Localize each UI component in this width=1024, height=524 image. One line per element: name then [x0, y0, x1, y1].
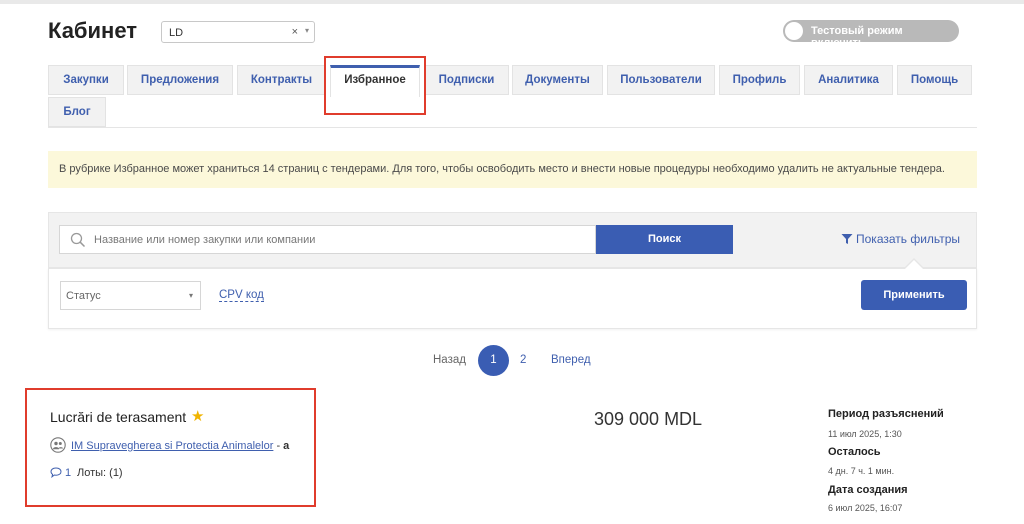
test-mode-toggle[interactable]: Тестовый режим включить: [783, 20, 959, 49]
tab-contracts[interactable]: Контракты: [237, 65, 326, 95]
organization-separator: -: [273, 440, 284, 452]
tab-users[interactable]: Пользователи: [607, 65, 715, 95]
time-left-label: Осталось: [828, 446, 881, 458]
speech-bubble-icon: [50, 467, 65, 479]
pagination-page-current[interactable]: 1: [478, 345, 509, 376]
clarification-period-label: Период разъяснений: [828, 408, 944, 420]
favorites-tab-highlight: [324, 56, 426, 115]
pagination-page-2[interactable]: 2: [520, 354, 526, 366]
tender-price: 309 000 MDL: [594, 409, 703, 429]
funnel-icon: [841, 232, 856, 246]
search-button[interactable]: Поиск: [596, 225, 733, 254]
tender-title[interactable]: Lucrări de terasament: [50, 409, 186, 425]
test-mode-label: Тестовый режим включить: [811, 25, 903, 49]
status-select-value: Статус: [66, 290, 101, 302]
time-left-value: 4 дн. 7 ч. 1 мин.: [828, 466, 895, 476]
show-filters-link[interactable]: Показать фильтры: [841, 232, 960, 246]
comments-link[interactable]: 1: [50, 467, 71, 479]
clarification-period-value: 11 июл 2025, 1:30: [828, 429, 902, 439]
tender-lots: Лоты: (1): [77, 467, 123, 479]
tab-profile[interactable]: Профиль: [719, 65, 800, 95]
tab-analytics[interactable]: Аналитика: [804, 65, 893, 95]
tab-purchases[interactable]: Закупки: [48, 65, 124, 95]
organization-tail: a: [283, 440, 290, 452]
pagination-next[interactable]: Вперед: [551, 354, 591, 366]
tab-documents[interactable]: Документы: [512, 65, 603, 95]
favorites-notice: В рубрике Избранное может храниться 14 с…: [48, 151, 977, 188]
created-date-value: 6 июл 2025, 16:07: [828, 503, 903, 513]
tab-subscriptions[interactable]: Подписки: [424, 65, 509, 95]
toggle-knob: [785, 22, 803, 40]
tab-blog[interactable]: Блог: [48, 97, 106, 127]
search-input[interactable]: Название или номер закупки или компании: [59, 225, 596, 254]
filter-panel-caret-fill: [905, 260, 923, 269]
show-filters-label: Показать фильтры: [856, 232, 961, 246]
star-icon[interactable]: ★: [191, 407, 204, 425]
tender-organization: IM Supravegherea si Protectia Animalelor…: [50, 437, 289, 456]
status-select[interactable]: Статус ▾: [60, 281, 201, 310]
search-icon: [70, 232, 86, 253]
company-select[interactable]: LD × ▾: [161, 21, 315, 43]
group-icon: [50, 437, 66, 456]
pagination-prev[interactable]: Назад: [433, 354, 466, 366]
tab-help[interactable]: Помощь: [897, 65, 972, 95]
chevron-down-icon: ▾: [304, 26, 309, 35]
clear-icon[interactable]: ×: [292, 26, 298, 38]
tab-offers[interactable]: Предложения: [127, 65, 233, 95]
company-select-value: LD: [169, 27, 184, 39]
created-date-label: Дата создания: [828, 484, 908, 496]
top-divider: [0, 0, 1024, 4]
comments-count: 1: [65, 467, 72, 479]
search-placeholder: Название или номер закупки или компании: [94, 234, 316, 246]
organization-link[interactable]: IM Supravegherea si Protectia Animalelor: [71, 440, 273, 452]
page-title: Кабинет: [48, 18, 138, 43]
tabs-bottom-border: [48, 127, 977, 128]
cpv-code-link[interactable]: CPV код: [219, 289, 264, 302]
chevron-down-icon: ▾: [188, 291, 193, 300]
apply-button[interactable]: Применить: [861, 280, 967, 310]
